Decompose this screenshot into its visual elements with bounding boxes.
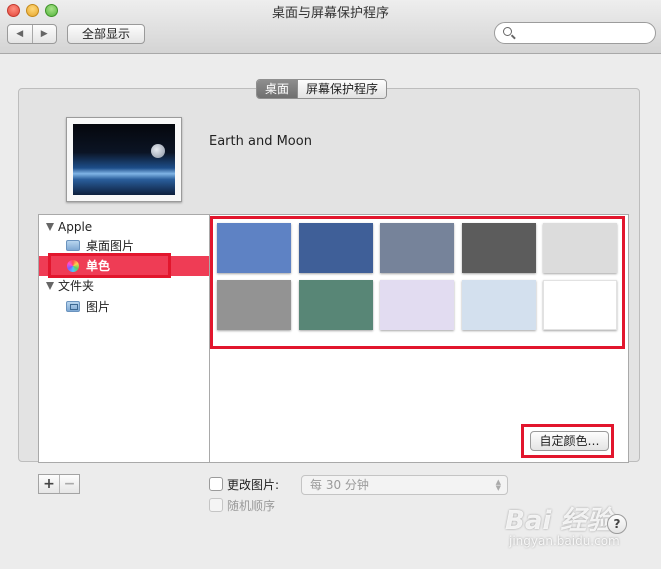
- sidebar-group-folders[interactable]: 文件夹: [39, 276, 209, 296]
- change-picture-label: 更改图片:: [227, 478, 280, 492]
- watermark: Bai 经验 jingyan.baidu.com: [505, 500, 655, 548]
- source-list: Apple 桌面图片 单色 文件夹 图片: [38, 214, 210, 463]
- color-swatch[interactable]: [380, 280, 454, 330]
- search-icon: [503, 27, 512, 36]
- color-swatch[interactable]: [543, 280, 617, 330]
- sidebar-item-label: 文件夹: [58, 279, 95, 293]
- tab-desktop[interactable]: 桌面: [257, 80, 298, 98]
- back-forward-control: ◀ ▶: [7, 24, 57, 44]
- color-swatch[interactable]: [543, 223, 617, 273]
- tab-screen-saver[interactable]: 屏幕保护程序: [297, 80, 387, 98]
- interval-popup[interactable]: 每 30 分钟 ▲ ▼: [301, 475, 508, 495]
- color-wheel-icon: [67, 260, 79, 272]
- sidebar-item-label: 桌面图片: [86, 239, 135, 253]
- moon-icon: [151, 144, 165, 158]
- color-swatch[interactable]: [298, 223, 373, 273]
- forward-arrow-icon[interactable]: ▶: [33, 25, 57, 43]
- disclosure-triangle-icon[interactable]: [46, 223, 54, 231]
- color-swatch[interactable]: [461, 280, 536, 330]
- tab-bar: 桌面 屏幕保护程序: [256, 79, 388, 99]
- color-swatch[interactable]: [217, 223, 291, 273]
- help-button[interactable]: ?: [607, 514, 627, 534]
- folder-icon: [66, 240, 80, 251]
- popup-arrows-icon: ▲ ▼: [495, 478, 501, 492]
- sidebar-item-label: 图片: [86, 300, 111, 314]
- sidebar-item-pictures[interactable]: 图片: [39, 297, 209, 317]
- watermark-logo: Bai 经验: [505, 506, 613, 536]
- title-bar: 桌面与屏幕保护程序 ◀ ▶ 全部显示: [0, 0, 661, 54]
- random-order-checkbox[interactable]: [209, 498, 223, 512]
- add-remove-control: + −: [38, 474, 80, 494]
- desktop-preview: [66, 117, 182, 202]
- interval-value: 每 30 分钟: [310, 478, 369, 492]
- preview-title: Earth and Moon: [209, 134, 312, 149]
- sidebar-item-label: Apple: [58, 220, 93, 234]
- color-swatch[interactable]: [298, 280, 373, 330]
- search-input[interactable]: [494, 22, 656, 44]
- remove-folder-button[interactable]: −: [59, 475, 79, 493]
- earth-and-moon-thumbnail: [73, 124, 175, 195]
- color-swatch[interactable]: [461, 223, 536, 273]
- show-all-button[interactable]: 全部显示: [67, 24, 145, 44]
- sidebar-item-solid-colors[interactable]: 单色: [39, 256, 209, 276]
- sidebar-item-label: 单色: [86, 259, 111, 273]
- random-order-label: 随机顺序: [227, 499, 276, 513]
- custom-color-button[interactable]: 自定颜色…: [530, 431, 609, 451]
- sidebar-item-desktop-pictures[interactable]: 桌面图片: [39, 236, 209, 256]
- watermark-url: jingyan.baidu.com: [509, 534, 620, 548]
- window-title: 桌面与屏幕保护程序: [271, 6, 389, 21]
- back-arrow-icon[interactable]: ◀: [8, 25, 33, 43]
- pictures-folder-icon: [66, 301, 80, 312]
- add-folder-button[interactable]: +: [39, 475, 59, 493]
- sidebar-group-apple[interactable]: Apple: [39, 217, 209, 237]
- change-picture-checkbox[interactable]: [209, 477, 223, 491]
- disclosure-triangle-icon[interactable]: [46, 282, 54, 290]
- color-swatch[interactable]: [217, 280, 291, 330]
- color-swatch[interactable]: [380, 223, 454, 273]
